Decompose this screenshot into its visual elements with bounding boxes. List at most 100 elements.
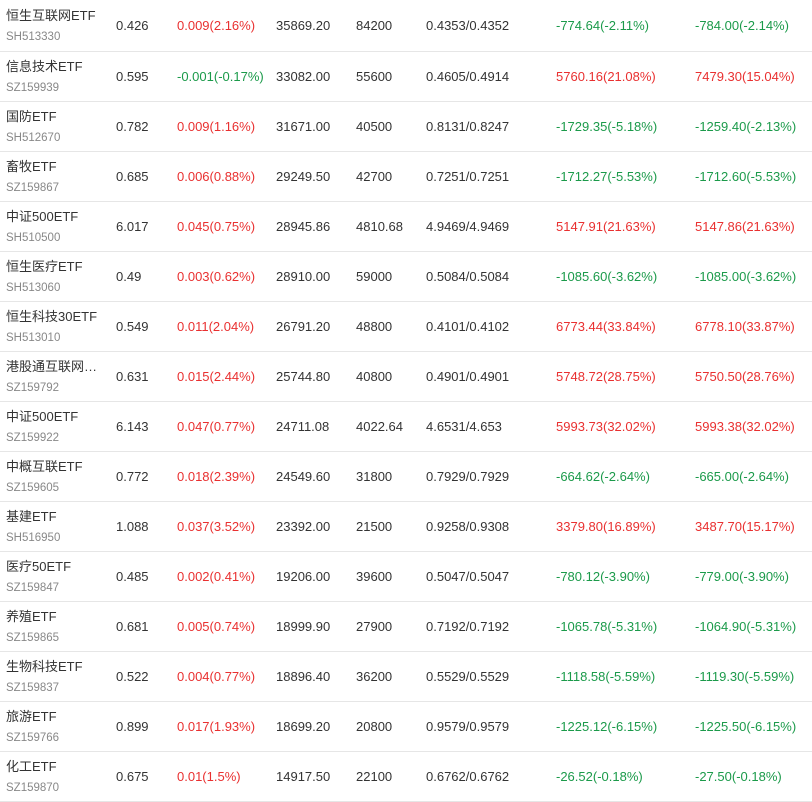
premium-2: -1259.40(-2.13%) — [695, 119, 797, 134]
turnover: 18896.40 — [276, 669, 331, 684]
fund-name[interactable]: 国防ETF — [6, 108, 57, 126]
price: 0.549 — [116, 319, 149, 334]
table-row[interactable]: 畜牧ETF SZ159867 0.685 0.006(0.88%) 29249.… — [0, 152, 812, 202]
fund-name[interactable]: 畜牧ETF — [6, 158, 57, 176]
volume: 55600 — [356, 69, 393, 84]
table-row[interactable]: 中概互联ETF SZ159605 0.772 0.018(2.39%) 2454… — [0, 452, 812, 502]
fund-code: SZ159870 — [6, 781, 60, 794]
turnover: 26791.20 — [276, 319, 331, 334]
premium-1: 5760.16(21.08%) — [556, 69, 656, 84]
turnover: 29249.50 — [276, 169, 331, 184]
table-row[interactable]: 恒生科技30ETF SH513010 0.549 0.011(2.04%) 26… — [0, 302, 812, 352]
price-change: 0.003(0.62%) — [177, 269, 256, 284]
fund-name[interactable]: 信息技术ETF — [6, 58, 83, 76]
fund-name[interactable]: 基建ETF — [6, 508, 57, 526]
fund-name-cell: 旅游ETF SZ159766 — [6, 702, 106, 751]
table-row[interactable]: 养殖ETF SZ159865 0.681 0.005(0.74%) 18999.… — [0, 602, 812, 652]
premium-1: -774.64(-2.11%) — [556, 18, 649, 33]
premium-1: -1065.78(-5.31%) — [556, 619, 658, 634]
volume: 48800 — [356, 319, 393, 334]
volume: 59000 — [356, 269, 393, 284]
turnover: 31671.00 — [276, 119, 331, 134]
table-row[interactable]: 国防ETF SH512670 0.782 0.009(1.16%) 31671.… — [0, 102, 812, 152]
fund-code: SZ159865 — [6, 631, 60, 644]
table-row[interactable]: 化工ETF SZ159870 0.675 0.01(1.5%) 14917.50… — [0, 752, 812, 802]
volume: 40500 — [356, 119, 393, 134]
price: 0.681 — [116, 619, 149, 634]
fund-name-cell: 中证500ETF SH510500 — [6, 202, 106, 251]
price: 0.772 — [116, 469, 149, 484]
fund-code: SZ159939 — [6, 81, 60, 94]
table-row[interactable]: 恒生互联网ETF SH513330 0.426 0.009(2.16%) 358… — [0, 0, 812, 52]
volume: 4022.64 — [356, 419, 403, 434]
fund-name-cell: 恒生医疗ETF SH513060 — [6, 252, 106, 301]
nav-value: 0.4101/0.4102 — [426, 319, 510, 334]
nav-value: 4.6531/4.653 — [426, 419, 502, 434]
nav-value: 0.5047/0.5047 — [426, 569, 510, 584]
fund-name-cell: 中证500ETF SZ159922 — [6, 402, 106, 451]
nav-value: 0.5529/0.5529 — [426, 669, 510, 684]
turnover: 14917.50 — [276, 769, 331, 784]
fund-name[interactable]: 港股通互联网… — [6, 358, 97, 376]
fund-name-cell: 恒生科技30ETF SH513010 — [6, 302, 106, 351]
table-row[interactable]: 信息技术ETF SZ159939 0.595 -0.001(-0.17%) 33… — [0, 52, 812, 102]
nav-value: 0.5084/0.5084 — [426, 269, 510, 284]
fund-name[interactable]: 医疗50ETF — [6, 558, 71, 576]
price-change: 0.002(0.41%) — [177, 569, 256, 584]
premium-1: 5993.73(32.02%) — [556, 419, 656, 434]
price: 6.017 — [116, 219, 149, 234]
fund-name-cell: 国防ETF SH512670 — [6, 102, 106, 151]
fund-name[interactable]: 养殖ETF — [6, 608, 57, 626]
turnover: 28945.86 — [276, 219, 331, 234]
fund-name[interactable]: 旅游ETF — [6, 708, 57, 726]
price-change: 0.01(1.5%) — [177, 769, 241, 784]
nav-value: 0.7192/0.7192 — [426, 619, 510, 634]
premium-1: -1729.35(-5.18%) — [556, 119, 658, 134]
price: 0.426 — [116, 18, 149, 33]
table-row[interactable]: 医疗50ETF SZ159847 0.485 0.002(0.41%) 1920… — [0, 552, 812, 602]
fund-name-cell: 畜牧ETF SZ159867 — [6, 152, 106, 201]
fund-name[interactable]: 恒生科技30ETF — [6, 308, 97, 326]
premium-1: -1712.27(-5.53%) — [556, 169, 658, 184]
fund-name[interactable]: 恒生医疗ETF — [6, 258, 83, 276]
fund-name[interactable]: 中证500ETF — [6, 208, 78, 226]
fund-name[interactable]: 中概互联ETF — [6, 458, 83, 476]
volume: 36200 — [356, 669, 393, 684]
price: 0.49 — [116, 269, 142, 284]
fund-name[interactable]: 恒生互联网ETF — [6, 7, 96, 25]
fund-name[interactable]: 生物科技ETF — [6, 658, 83, 676]
fund-code: SZ159922 — [6, 431, 60, 444]
nav-value: 0.4901/0.4901 — [426, 369, 510, 384]
price: 0.782 — [116, 119, 149, 134]
fund-code: SZ159605 — [6, 481, 60, 494]
table-row[interactable]: 旅游ETF SZ159766 0.899 0.017(1.93%) 18699.… — [0, 702, 812, 752]
table-row[interactable]: 港股通互联网… SZ159792 0.631 0.015(2.44%) 2574… — [0, 352, 812, 402]
table-row[interactable]: 中证500ETF SZ159922 6.143 0.047(0.77%) 247… — [0, 402, 812, 452]
price-change: 0.004(0.77%) — [177, 669, 256, 684]
premium-1: -780.12(-3.90%) — [556, 569, 650, 584]
premium-1: -26.52(-0.18%) — [556, 769, 643, 784]
premium-2: -27.50(-0.18%) — [695, 769, 782, 784]
fund-name[interactable]: 化工ETF — [6, 758, 57, 776]
turnover: 18699.20 — [276, 719, 331, 734]
premium-1: -1085.60(-3.62%) — [556, 269, 658, 284]
table-row[interactable]: 恒生医疗ETF SH513060 0.49 0.003(0.62%) 28910… — [0, 252, 812, 302]
turnover: 24549.60 — [276, 469, 331, 484]
nav-value: 0.9579/0.9579 — [426, 719, 510, 734]
price-change: 0.037(3.52%) — [177, 519, 256, 534]
fund-name[interactable]: 中证500ETF — [6, 408, 78, 426]
fund-code: SZ159837 — [6, 681, 60, 694]
table-row[interactable]: 中证500ETF SH510500 6.017 0.045(0.75%) 289… — [0, 202, 812, 252]
table-row[interactable]: 基建ETF SH516950 1.088 0.037(3.52%) 23392.… — [0, 502, 812, 552]
table-row[interactable]: 生物科技ETF SZ159837 0.522 0.004(0.77%) 1889… — [0, 652, 812, 702]
price: 0.522 — [116, 669, 149, 684]
volume: 21500 — [356, 519, 393, 534]
fund-code: SH513060 — [6, 281, 61, 294]
premium-2: 7479.30(15.04%) — [695, 69, 795, 84]
price-change: 0.047(0.77%) — [177, 419, 256, 434]
premium-2: -1225.50(-6.15%) — [695, 719, 797, 734]
nav-value: 0.7251/0.7251 — [426, 169, 510, 184]
price-change: 0.011(2.04%) — [177, 319, 255, 334]
premium-2: -1712.60(-5.53%) — [695, 169, 797, 184]
turnover: 19206.00 — [276, 569, 331, 584]
